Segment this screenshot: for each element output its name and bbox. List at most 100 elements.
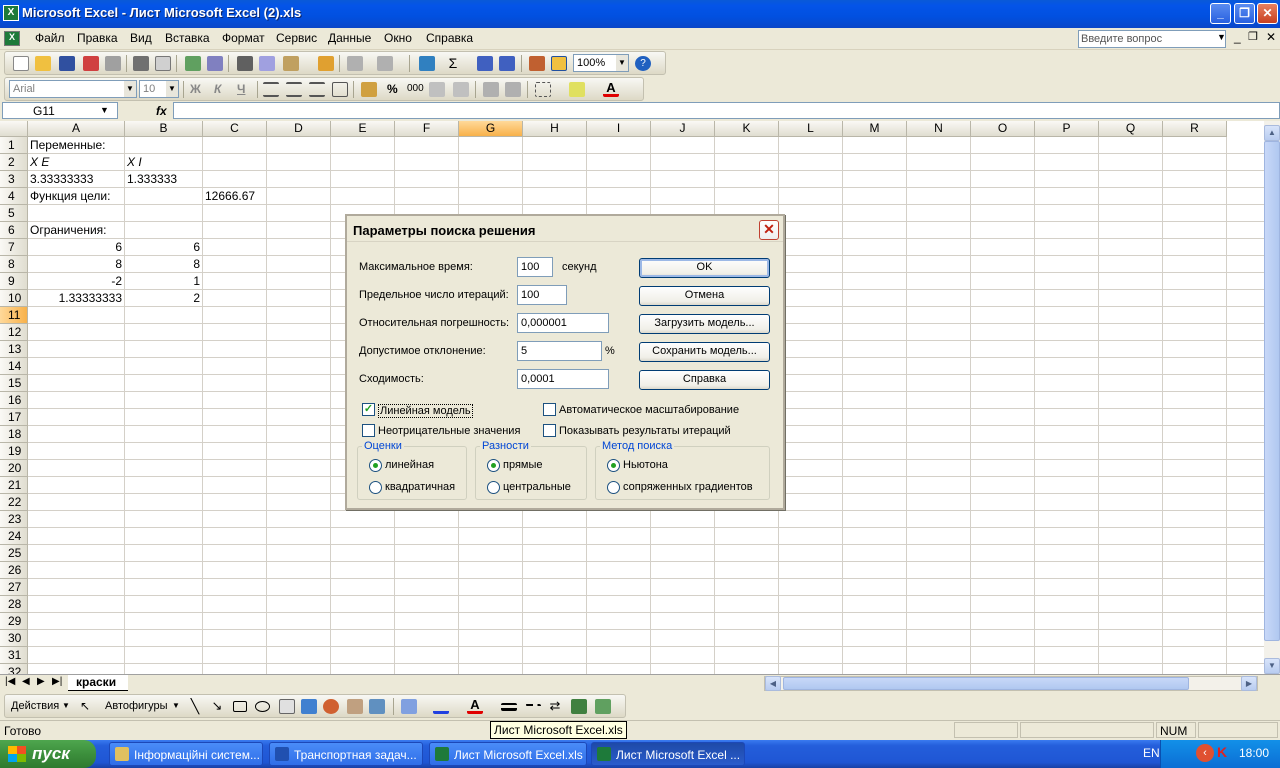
linear-model-label[interactable]: Линейная модель (378, 404, 473, 418)
arrow-style-icon[interactable]: ⇄ (547, 699, 563, 714)
currency-icon[interactable] (361, 82, 377, 97)
column-header-M[interactable]: M (843, 121, 907, 137)
estimates-linear-radio[interactable] (369, 459, 382, 472)
task-button-2[interactable]: Транспортная задач... (269, 742, 423, 766)
row-header-6[interactable]: 6 (0, 222, 28, 239)
first-sheet-icon[interactable]: |◀ (5, 676, 15, 687)
derivatives-central-radio[interactable] (487, 481, 500, 494)
column-header-B[interactable]: B (125, 121, 203, 137)
cell-B8[interactable]: 8 (125, 256, 200, 273)
row-header-16[interactable]: 16 (0, 392, 28, 409)
print-icon[interactable] (133, 56, 149, 71)
doc-restore-button[interactable]: ❐ (1248, 30, 1258, 43)
start-button[interactable]: пуск (0, 740, 96, 768)
new-icon[interactable] (13, 56, 29, 71)
show-iterations-checkbox[interactable] (543, 424, 556, 437)
row-header-19[interactable]: 19 (0, 443, 28, 460)
nonnegative-label[interactable]: Неотрицательные значения (378, 425, 520, 437)
open-icon[interactable] (35, 56, 51, 71)
ok-button[interactable]: OK (639, 258, 770, 278)
row-header-1[interactable]: 1 (0, 137, 28, 154)
menu-tools[interactable]: Сервис (276, 31, 317, 45)
column-header-A[interactable]: A (28, 121, 125, 137)
column-header-R[interactable]: R (1163, 121, 1227, 137)
derivatives-forward-label[interactable]: прямые (503, 459, 543, 471)
document-icon[interactable]: X (4, 31, 20, 46)
prev-sheet-icon[interactable]: ◀ (22, 676, 30, 687)
scroll-up-icon[interactable]: ▲ (1264, 125, 1280, 141)
format-painter-icon[interactable] (318, 56, 334, 71)
font-color-icon[interactable]: A (467, 698, 483, 714)
horizontal-scrollbar[interactable]: ◀ ▶ (764, 676, 1258, 691)
scroll-thumb[interactable] (1264, 141, 1280, 641)
scroll-right-icon[interactable]: ▶ (1241, 676, 1257, 691)
estimates-linear-label[interactable]: линейная (385, 459, 434, 471)
estimates-quadratic-radio[interactable] (369, 481, 382, 494)
decrease-decimal-icon[interactable] (453, 82, 469, 97)
cell-B3[interactable]: 1.333333 (127, 171, 177, 188)
align-left-icon[interactable] (263, 82, 279, 97)
nonnegative-checkbox[interactable] (362, 424, 375, 437)
maximize-button[interactable]: ❐ (1234, 3, 1255, 24)
column-header-E[interactable]: E (331, 121, 395, 137)
menu-view[interactable]: Вид (130, 31, 152, 45)
sheet-tab-kraski[interactable]: краски (68, 675, 128, 691)
column-header-K[interactable]: K (715, 121, 779, 137)
next-sheet-icon[interactable]: ▶ (37, 676, 45, 687)
cell-B7[interactable]: 6 (125, 239, 200, 256)
menu-file[interactable]: Файл (35, 31, 65, 45)
column-header-L[interactable]: L (779, 121, 843, 137)
cut-icon[interactable] (237, 56, 253, 71)
dash-style-icon[interactable] (525, 704, 541, 712)
cell-A6[interactable]: Ограничения: (30, 222, 106, 239)
picture-icon[interactable] (369, 699, 385, 714)
bold-button[interactable]: Ж (190, 82, 201, 96)
research-icon[interactable] (207, 56, 223, 71)
cancel-button[interactable]: Отмена (639, 286, 770, 306)
drawing-toggle-icon[interactable] (551, 56, 567, 71)
line-style-icon[interactable] (501, 703, 517, 711)
load-model-button[interactable]: Загрузить модель... (639, 314, 770, 334)
scroll-down-icon[interactable]: ▼ (1264, 658, 1280, 674)
search-conjugate-label[interactable]: сопряженных градиентов (623, 481, 753, 493)
line-icon[interactable]: ╲ (187, 699, 203, 714)
precision-input[interactable]: 0,000001 (517, 313, 609, 333)
spelling-icon[interactable] (185, 56, 201, 71)
column-header-F[interactable]: F (395, 121, 459, 137)
autosum-icon[interactable]: Σ (445, 56, 461, 71)
underline-button[interactable]: Ч (237, 82, 245, 96)
convergence-input[interactable]: 0,0001 (517, 369, 609, 389)
vertical-scrollbar[interactable]: ▲ ▼ (1264, 121, 1280, 674)
row-header-13[interactable]: 13 (0, 341, 28, 358)
menu-insert[interactable]: Вставка (165, 31, 210, 45)
antivirus-icon[interactable]: K (1217, 744, 1227, 760)
chevron-down-icon[interactable]: ▼ (100, 105, 109, 115)
row-header-20[interactable]: 20 (0, 460, 28, 477)
row-header-24[interactable]: 24 (0, 528, 28, 545)
row-header-26[interactable]: 26 (0, 562, 28, 579)
search-newton-radio[interactable] (607, 459, 620, 472)
email-icon[interactable] (105, 56, 121, 71)
3d-icon[interactable] (595, 699, 611, 714)
last-sheet-icon[interactable]: ▶| (52, 676, 62, 687)
permission-icon[interactable] (83, 56, 99, 71)
align-center-icon[interactable] (286, 82, 302, 97)
row-header-8[interactable]: 8 (0, 256, 28, 273)
decrease-indent-icon[interactable] (483, 82, 499, 97)
font-size-select[interactable]: 10 ▼ (139, 80, 179, 98)
menu-data[interactable]: Данные (328, 31, 371, 45)
close-button[interactable]: ✕ (1257, 3, 1278, 24)
fx-icon[interactable]: fx (156, 104, 167, 118)
select-all-corner[interactable] (0, 121, 28, 137)
fill-color-icon[interactable] (569, 82, 585, 97)
arrow-icon[interactable]: ↘ (209, 699, 225, 714)
font-select[interactable]: Arial ▼ (9, 80, 137, 98)
textbox-icon[interactable] (279, 699, 295, 714)
cell-A10[interactable]: 1.33333333 (28, 290, 122, 307)
excel-icon[interactable]: X (3, 5, 19, 21)
menu-format[interactable]: Формат (222, 31, 265, 45)
row-header-28[interactable]: 28 (0, 596, 28, 613)
row-header-5[interactable]: 5 (0, 205, 28, 222)
row-header-15[interactable]: 15 (0, 375, 28, 392)
cell-B9[interactable]: 1 (125, 273, 200, 290)
